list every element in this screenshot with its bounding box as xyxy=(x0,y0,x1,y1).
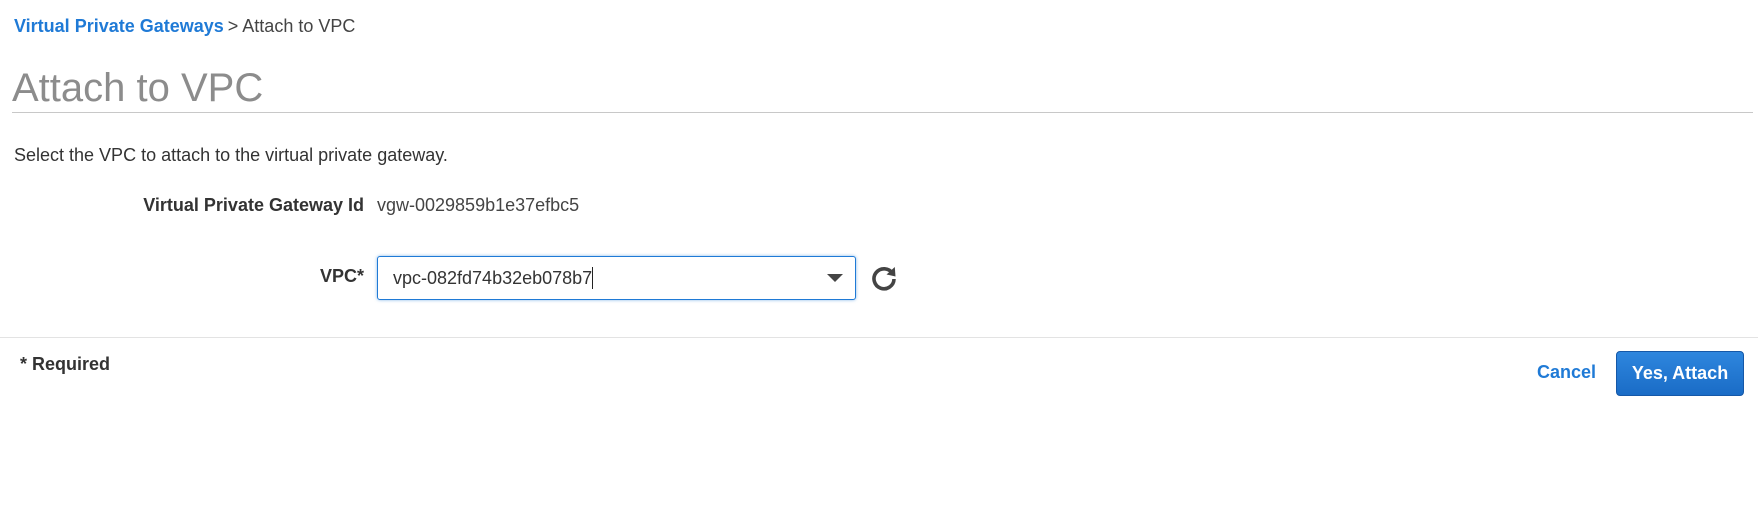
breadcrumb-current: Attach to VPC xyxy=(242,16,356,36)
vpc-select-value: vpc-082fd74b32eb078b7 xyxy=(393,267,594,289)
cancel-button[interactable]: Cancel xyxy=(1537,362,1596,383)
attach-to-vpc-page: Virtual Private Gateways > Attach to VPC A… xyxy=(0,0,1758,513)
text-cursor xyxy=(592,267,594,289)
refresh-icon[interactable] xyxy=(870,264,898,292)
vpc-label: VPC* xyxy=(319,266,364,286)
vpc-select[interactable]: vpc-082fd74b32eb078b7 xyxy=(377,256,856,300)
gateway-id-value: vgw-0029859b1e37efbc5 xyxy=(377,195,580,215)
required-note: * Required xyxy=(20,354,111,374)
breadcrumb-virtual-private-gateways-link[interactable]: Virtual Private Gateways xyxy=(14,16,224,36)
gateway-id-label: Virtual Private Gateway Id xyxy=(143,195,364,215)
chevron-down-icon[interactable] xyxy=(827,274,843,282)
title-divider xyxy=(12,112,1753,113)
page-title: Attach to VPC xyxy=(12,66,264,110)
breadcrumb: Virtual Private Gateways > Attach to VPC xyxy=(14,15,355,37)
page-description: Select the VPC to attach to the virtual … xyxy=(14,145,448,165)
breadcrumb-separator: > xyxy=(227,16,239,36)
refresh-icon-svg xyxy=(872,266,896,291)
vpc-select-value-text: vpc-082fd74b32eb078b7 xyxy=(393,268,593,288)
footer-divider xyxy=(0,337,1758,338)
yes-attach-button[interactable]: Yes, Attach xyxy=(1616,351,1744,396)
